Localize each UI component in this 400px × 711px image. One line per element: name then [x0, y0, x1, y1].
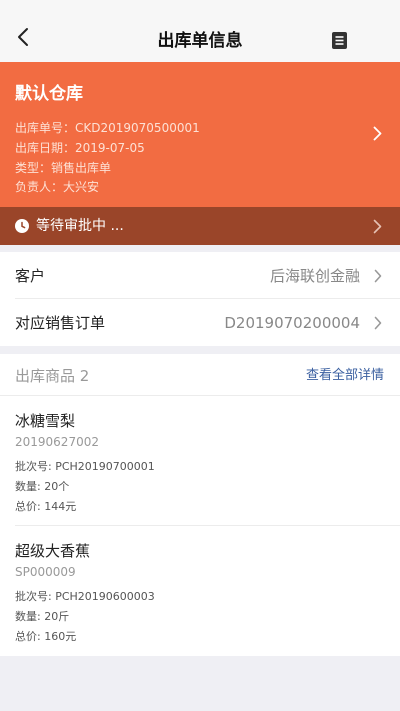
chevron-right-icon [374, 269, 382, 283]
customer-label: 客户 [15, 267, 46, 285]
order-date: 出库日期：2019-07-05 [15, 141, 145, 155]
goods-item[interactable]: 超级大香蕉 SP000009 批次号: PCH20190600003 数量: 2… [0, 526, 400, 656]
goods-title: 出库商品 2 [15, 367, 90, 385]
customer-row[interactable]: 客户 后海联创金融 [0, 252, 400, 299]
goods-header: 出库商品 2 查看全部详情 [0, 354, 400, 396]
status-text: 等待审批中 ... [36, 218, 124, 234]
approval-status-bar[interactable]: 等待审批中 ... [0, 207, 400, 245]
item-quantity: 数量: 20斤 [15, 610, 70, 623]
order-header-card[interactable]: 默认仓库 出库单号：CKD2019070500001 出库日期：2019-07-… [0, 62, 400, 207]
item-name: 冰糖雪梨 [15, 412, 76, 430]
chevron-right-icon [373, 219, 382, 234]
item-quantity: 数量: 20个 [15, 480, 70, 493]
clock-icon [15, 219, 29, 233]
item-batch: 批次号: PCH20190700001 [15, 460, 155, 473]
customer-value: 后海联创金融 [269, 267, 360, 285]
order-number: 出库单号：CKD2019070500001 [15, 121, 200, 135]
item-batch: 批次号: PCH20190600003 [15, 590, 155, 603]
order-type: 类型：销售出库单 [15, 161, 112, 175]
chevron-right-icon [373, 126, 382, 141]
item-code: 20190627002 [15, 435, 99, 449]
goods-item[interactable]: 冰糖雪梨 20190627002 批次号: PCH20190700001 数量:… [0, 396, 400, 526]
info-card: 客户 后海联创金融 对应销售订单 D2019070200004 [0, 252, 400, 346]
goods-card: 出库商品 2 查看全部详情 冰糖雪梨 20190627002 批次号: PCH2… [0, 354, 400, 656]
order-owner: 负责人：大兴安 [15, 180, 100, 194]
sales-order-label: 对应销售订单 [15, 314, 106, 332]
sales-order-value: D2019070200004 [224, 314, 360, 332]
item-total: 总价: 144元 [15, 500, 77, 513]
item-total: 总价: 160元 [15, 630, 77, 643]
nav-bar: 出库单信息 [0, 0, 400, 62]
warehouse-name: 默认仓库 [15, 84, 83, 104]
document-button[interactable] [331, 31, 348, 50]
sales-order-row[interactable]: 对应销售订单 D2019070200004 [0, 299, 400, 346]
item-code: SP000009 [15, 565, 76, 579]
chevron-right-icon [374, 316, 382, 330]
document-icon [332, 32, 347, 49]
item-name: 超级大香蕉 [15, 542, 91, 560]
view-all-details-link[interactable]: 查看全部详情 [306, 367, 384, 385]
